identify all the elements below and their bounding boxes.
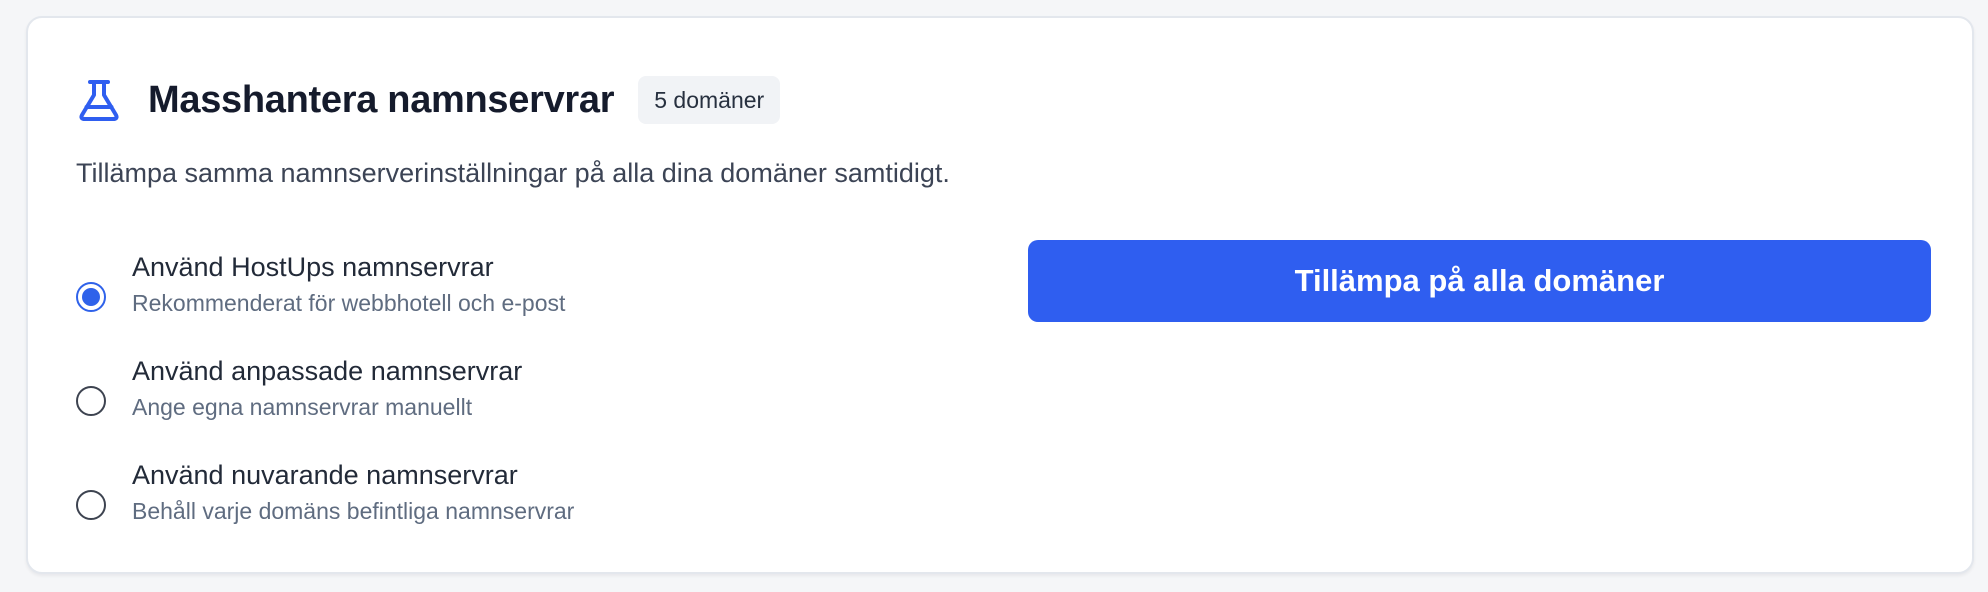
radio-hostups[interactable] — [76, 282, 106, 312]
card-header: Masshantera namnservrar 5 domäner — [76, 68, 781, 132]
option-custom-nameservers[interactable]: Använd anpassade namnservrar Ange egna n… — [76, 354, 574, 458]
option-sublabel: Behåll varje domäns befintliga namnservr… — [132, 498, 575, 524]
radio-custom[interactable] — [76, 386, 106, 416]
option-sublabel: Rekommenderat för webbhotell och e-post — [132, 290, 566, 316]
option-text: Använd anpassade namnservrar Ange egna n… — [132, 354, 522, 422]
flask-icon — [76, 77, 122, 123]
option-hostups-nameservers[interactable]: Använd HostUps namnservrar Rekommenderat… — [76, 250, 574, 354]
option-label: Använd nuvarande namnservrar — [132, 460, 518, 490]
radio-current[interactable] — [76, 490, 106, 520]
apply-to-all-button[interactable]: Tillämpa på alla domäner — [1028, 240, 1931, 322]
option-current-nameservers[interactable]: Använd nuvarande namnservrar Behåll varj… — [76, 458, 574, 562]
option-sublabel: Ange egna namnservrar manuellt — [132, 394, 473, 420]
option-text: Använd nuvarande namnservrar Behåll varj… — [132, 458, 574, 526]
option-label: Använd anpassade namnservrar — [132, 356, 523, 386]
option-text: Använd HostUps namnservrar Rekommenderat… — [132, 250, 565, 318]
nameserver-options: Använd HostUps namnservrar Rekommenderat… — [76, 250, 574, 562]
bulk-nameserver-card: Masshantera namnservrar 5 domäner Tilläm… — [26, 16, 1974, 574]
radio-selected-dot — [82, 288, 100, 306]
domain-count-badge: 5 domäner — [638, 76, 781, 124]
option-label: Använd HostUps namnservrar — [132, 252, 494, 282]
card-description: Tillämpa samma namnserverinställningar p… — [76, 158, 950, 188]
page-title: Masshantera namnservrar — [148, 78, 615, 121]
